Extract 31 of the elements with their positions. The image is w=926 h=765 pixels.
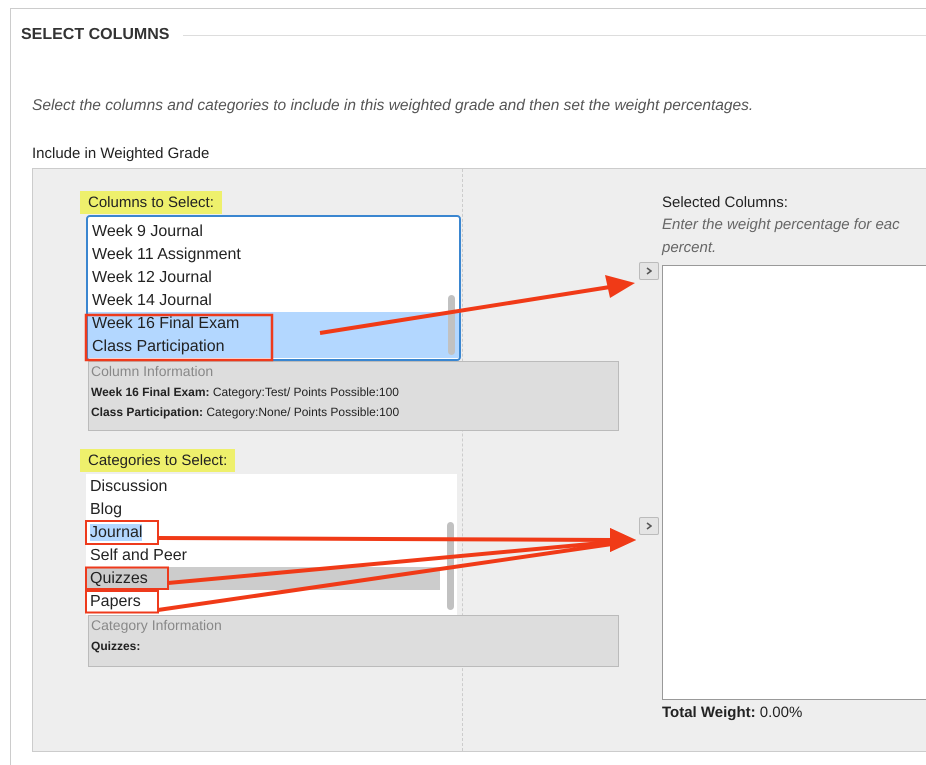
list-option[interactable]: Week 11 Assignment: [88, 243, 442, 266]
chevron-icon: [646, 522, 652, 530]
chevron-icon: [646, 267, 652, 275]
hint-text: Enter the weight percentage for eac: [662, 215, 901, 235]
section-title: SELECT COLUMNS: [21, 26, 170, 44]
instructions-text: Select the columns and categories to include in this weighted grade and then set the weight percentages.: [32, 97, 754, 115]
columns-listbox[interactable]: Week 9 Journal Week 11 Assignment Week 12 Journal Week 14 Journal Week 16 Final Exam Class Participation: [86, 215, 461, 361]
list-label: Categories to Select:: [80, 449, 236, 472]
info-title: Category Information: [91, 617, 223, 633]
info-text: Class Participation: Category:None/ Points Possible:100: [91, 404, 400, 421]
categories-listbox[interactable]: Discussion Blog Journal Self and Peer Quizzes Papers: [86, 474, 457, 615]
list-option[interactable]: Week 12 Journal: [88, 266, 442, 289]
list-option[interactable]: Class Participation: [88, 335, 459, 358]
list-option[interactable]: Self and Peer: [86, 544, 440, 567]
hint-text: percent.: [662, 238, 718, 258]
list-option[interactable]: Discussion: [86, 475, 440, 498]
list-option[interactable]: Papers: [86, 590, 440, 613]
list-label: Selected Columns:: [662, 193, 789, 213]
list-option[interactable]: Week 14 Journal: [88, 289, 442, 312]
total-weight-text: Total Weight: 0.00%: [662, 704, 804, 721]
list-option[interactable]: Week 9 Journal: [88, 220, 442, 243]
field-label: Include in Weighted Grade: [32, 145, 210, 162]
info-title: Column Information: [91, 363, 214, 379]
scrollbar-thumb[interactable]: [448, 295, 455, 355]
add-button[interactable]: [639, 517, 659, 535]
add-button[interactable]: [639, 262, 659, 280]
info-text: Quizzes:: [91, 638, 142, 655]
list-label: Columns to Select:: [80, 191, 222, 214]
info-text: Week 16 Final Exam: Category:Test/ Points Possible:100: [91, 384, 400, 401]
list-option[interactable]: Journal: [86, 521, 440, 544]
list-option[interactable]: Blog: [86, 498, 440, 521]
